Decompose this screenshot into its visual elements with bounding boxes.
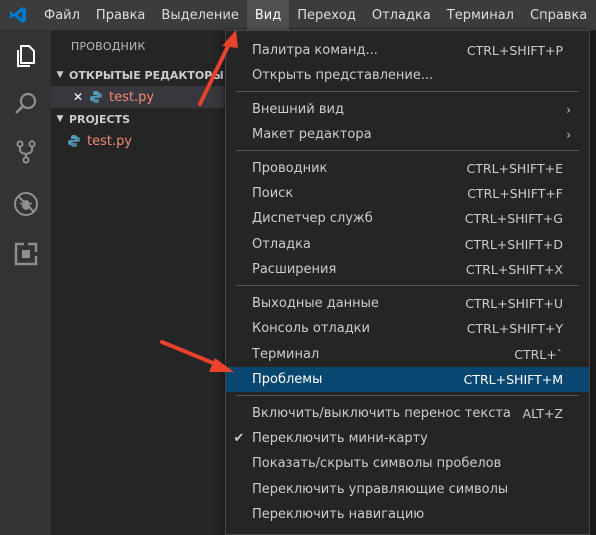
explorer-icon[interactable] (0, 32, 51, 80)
menu-item-scm[interactable]: Диспетчер служб CTRL+SHIFT+G (226, 206, 589, 231)
menu-separator (236, 150, 579, 151)
activity-bar (0, 30, 51, 535)
menu-help[interactable]: Справка (522, 0, 595, 30)
menu-item-editor-layout[interactable]: Макет редактора › (226, 122, 589, 147)
explorer-sidebar: ПРОВОДНИК ▼ ОТКРЫТЫЕ РЕДАКТОРЫ ✕ test.py… (51, 30, 236, 535)
menu-go[interactable]: Переход (289, 0, 364, 30)
close-icon[interactable]: ✕ (71, 90, 85, 104)
menu-item-appearance[interactable]: Внешний вид › (226, 97, 589, 122)
view-menu-dropdown: Палитра команд... CTRL+SHIFT+P Открыть п… (225, 30, 590, 535)
project-filename: test.py (87, 133, 133, 149)
sidebar-title: ПРОВОДНИК (71, 40, 146, 53)
menu-item-explorer[interactable]: Проводник CTRL+SHIFT+E (226, 156, 589, 181)
source-control-icon[interactable] (0, 128, 51, 176)
chevron-right-icon: › (566, 102, 571, 117)
menu-item-terminal[interactable]: Терминал CTRL+` (226, 342, 589, 367)
menu-edit[interactable]: Правка (88, 0, 153, 30)
chevron-down-icon: ▼ (56, 114, 64, 124)
menu-item-problems[interactable]: Проблемы CTRL+SHIFT+M (226, 367, 589, 392)
project-file-item[interactable]: test.py (51, 130, 236, 152)
menu-item-debug-console[interactable]: Консоль отладки CTRL+SHIFT+Y (226, 316, 589, 341)
menu-bar: Файл Правка Выделение Вид Переход Отладк… (0, 0, 596, 30)
menu-item-breadcrumbs[interactable]: Переключить навигацию (226, 502, 589, 527)
vscode-logo-icon (0, 0, 36, 30)
menu-view[interactable]: Вид (246, 0, 290, 30)
menu-terminal[interactable]: Терминал (439, 0, 522, 30)
menu-selection[interactable]: Выделение (153, 0, 246, 30)
menu-separator (236, 395, 579, 396)
menu-item-whitespace[interactable]: Показать/скрыть символы пробелов (226, 451, 589, 476)
menu-file[interactable]: Файл (36, 0, 88, 30)
menu-separator (236, 285, 579, 286)
chevron-right-icon: › (566, 127, 571, 142)
search-icon[interactable] (0, 80, 51, 128)
menu-item-command-palette[interactable]: Палитра команд... CTRL+SHIFT+P (226, 38, 589, 63)
menu-item-control-chars[interactable]: Переключить управляющие символы (226, 477, 589, 502)
python-file-icon (90, 91, 102, 103)
menu-item-search[interactable]: Поиск CTRL+SHIFT+F (226, 181, 589, 206)
open-editors-header[interactable]: ▼ ОТКРЫТЫЕ РЕДАКТОРЫ (51, 64, 236, 86)
menu-item-output[interactable]: Выходные данные CTRL+SHIFT+U (226, 291, 589, 316)
open-editors-label: ОТКРЫТЫЕ РЕДАКТОРЫ (69, 68, 224, 82)
menu-item-open-view[interactable]: Открыть представление... (226, 63, 589, 88)
open-editor-item[interactable]: ✕ test.py (51, 86, 236, 108)
projects-label: PROJECTS (69, 112, 130, 126)
chevron-down-icon: ▼ (56, 70, 64, 80)
open-editor-filename: test.py (109, 89, 155, 105)
menu-item-debug[interactable]: Отладка CTRL+SHIFT+D (226, 232, 589, 257)
debug-icon[interactable] (0, 180, 51, 228)
checkmark-icon: ✔ (233, 431, 245, 446)
menu-separator (236, 91, 579, 92)
menu-debug[interactable]: Отладка (364, 0, 439, 30)
menu-item-extensions[interactable]: Расширения CTRL+SHIFT+X (226, 257, 589, 282)
python-file-icon (68, 135, 80, 147)
menu-item-word-wrap[interactable]: Включить/выключить перенос текста ALT+Z (226, 401, 589, 426)
projects-header[interactable]: ▼ PROJECTS (51, 108, 236, 130)
menu-item-minimap[interactable]: ✔ Переключить мини-карту (226, 426, 589, 451)
extensions-icon[interactable] (0, 230, 51, 278)
